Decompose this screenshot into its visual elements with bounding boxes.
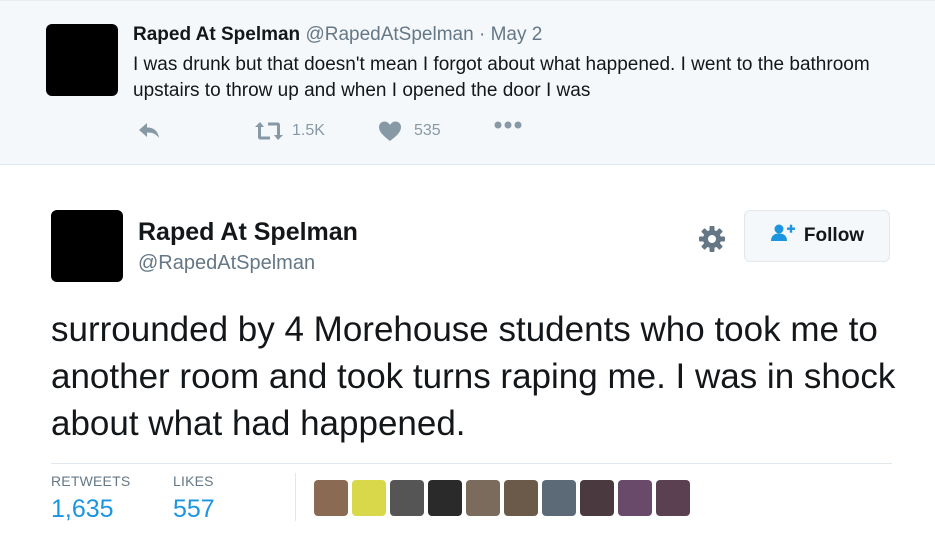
tweet-date[interactable]: May 2: [491, 24, 543, 45]
like-button[interactable]: 535: [378, 120, 441, 142]
more-button[interactable]: [493, 120, 523, 130]
liker-avatar-8[interactable]: [580, 480, 614, 516]
retweet-button[interactable]: 1.5K: [254, 120, 325, 142]
divider: [0, 0, 935, 1]
reply-icon: [137, 120, 161, 140]
like-count: 535: [414, 122, 441, 139]
divider: [51, 463, 892, 464]
divider: [295, 473, 296, 521]
retweets-value: 1,635: [51, 495, 114, 523]
liker-avatar-2[interactable]: [352, 480, 386, 516]
author-name[interactable]: Raped At Spelman: [138, 218, 358, 247]
author-handle[interactable]: @RapedAtSpelman: [305, 24, 473, 45]
tweet-text: surrounded by 4 Morehouse students who t…: [51, 310, 896, 443]
reply-button[interactable]: [137, 120, 161, 140]
heart-icon: [378, 120, 402, 142]
likes-label: LIKES: [173, 473, 214, 489]
retweet-count: 1.5K: [292, 122, 325, 139]
follow-button[interactable]: Follow: [744, 210, 890, 262]
liker-avatar-6[interactable]: [504, 480, 538, 516]
liker-avatar-7[interactable]: [542, 480, 576, 516]
liker-avatar-4[interactable]: [428, 480, 462, 516]
retweet-icon: [254, 120, 284, 142]
parent-tweet-text: I was drunk but that doesn't mean I forg…: [133, 54, 870, 101]
retweets-label: RETWEETS: [51, 473, 131, 489]
follow-label: Follow: [803, 225, 865, 246]
likes-value: 557: [173, 495, 215, 523]
liker-avatar-3[interactable]: [390, 480, 424, 516]
follow-user-icon: [770, 223, 804, 249]
liker-avatar-10[interactable]: [656, 480, 690, 516]
liker-avatar-1[interactable]: [314, 480, 348, 516]
liker-avatar-9[interactable]: [618, 480, 652, 516]
parent-tweet[interactable]: Raped At Spelman @RapedAtSpelman · May 2…: [0, 0, 935, 165]
parent-tweet-header: Raped At Spelman @RapedAtSpelman · May 2: [133, 24, 542, 46]
separator: ·: [478, 24, 486, 45]
settings-button[interactable]: [697, 224, 727, 254]
author-name[interactable]: Raped At Spelman: [133, 24, 300, 45]
author-handle[interactable]: @RapedAtSpelman: [138, 252, 315, 275]
avatar[interactable]: [46, 24, 118, 96]
more-icon: [493, 120, 523, 130]
retweets-stat[interactable]: RETWEETS 1,635: [51, 473, 130, 524]
avatar[interactable]: [51, 210, 123, 282]
liker-avatar-5[interactable]: [466, 480, 500, 516]
gear-icon: [697, 226, 727, 258]
likes-stat[interactable]: LIKES 557: [173, 473, 215, 524]
